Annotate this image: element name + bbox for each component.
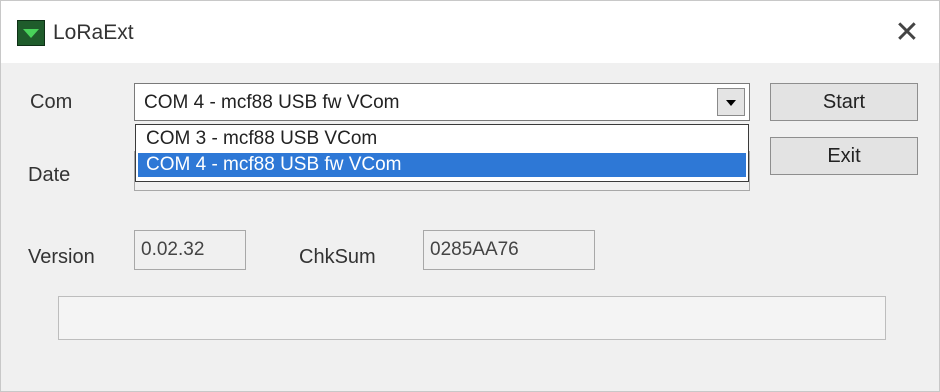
version-field: 0.02.32 (134, 230, 246, 270)
chevron-down-icon[interactable] (717, 88, 745, 116)
version-label: Version (28, 246, 95, 268)
com-label: Com (30, 91, 73, 113)
close-button[interactable]: ✕ (885, 15, 929, 51)
com-port-select[interactable]: COM 4 - mcf88 USB fw VCom (134, 83, 750, 121)
date-label: Date (28, 164, 71, 186)
com-option-selected[interactable]: COM 4 - mcf88 USB fw VCom (138, 153, 746, 177)
chksum-field: 0285AA76 (423, 230, 595, 270)
lora-ext-window: LoRaExt ✕ Com Date Version ChkSum COM 4 … (0, 0, 940, 392)
com-option[interactable]: COM 3 - mcf88 USB VCom (138, 127, 746, 151)
exit-button[interactable]: Exit (770, 137, 918, 175)
com-port-value: COM 4 - mcf88 USB fw VCom (144, 92, 400, 113)
chksum-label: ChkSum (299, 246, 376, 268)
window-title: LoRaExt (53, 21, 134, 44)
com-port-dropdown: COM 3 - mcf88 USB VCom COM 4 - mcf88 USB… (135, 124, 749, 182)
app-icon (17, 20, 45, 46)
close-icon: ✕ (894, 16, 920, 49)
progress-bar (58, 296, 886, 340)
title-bar: LoRaExt ✕ (1, 1, 939, 63)
start-button[interactable]: Start (770, 83, 918, 121)
